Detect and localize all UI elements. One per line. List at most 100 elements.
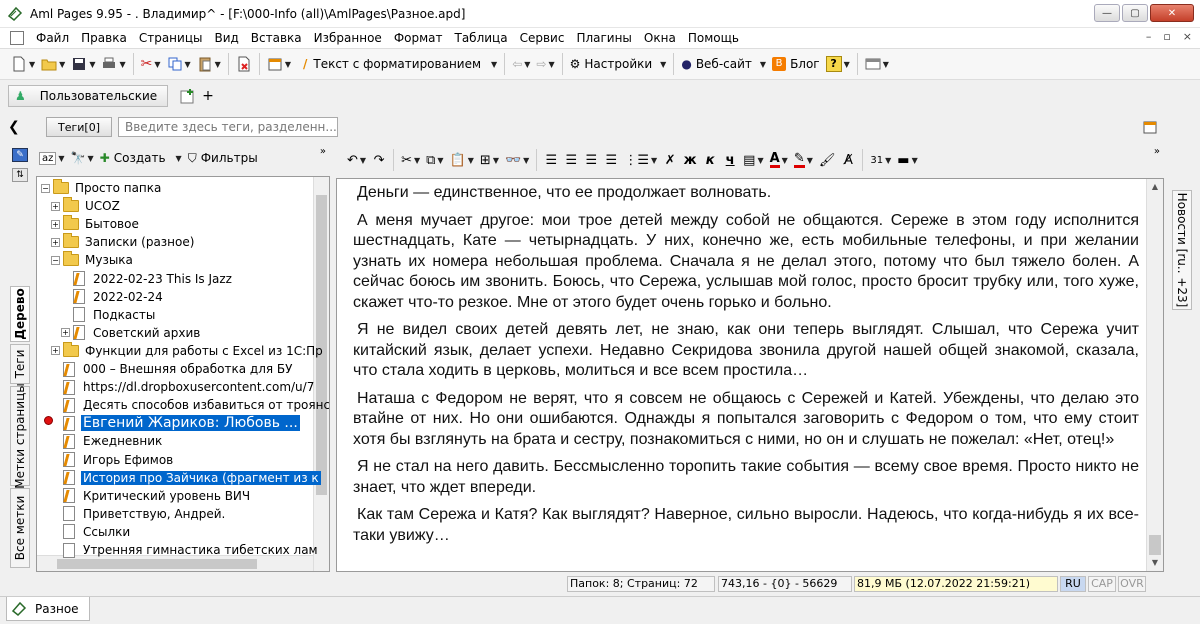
pin2-icon[interactable]: ⇅ xyxy=(12,168,28,182)
editor-content[interactable]: Деньги — единственное, что ее продолжает… xyxy=(353,183,1139,553)
clear-format-button[interactable]: A̸ xyxy=(838,148,858,172)
tags-calendar-icon[interactable] xyxy=(1142,119,1158,135)
highlight-button[interactable]: ✎ ▼ xyxy=(791,148,816,172)
overflow-icon[interactable]: » xyxy=(1154,146,1160,157)
mdi-minimize-button[interactable]: – xyxy=(1146,30,1152,43)
menu-view[interactable]: Вид xyxy=(208,28,244,48)
expander-icon[interactable]: + xyxy=(51,219,60,229)
menu-pages[interactable]: Страницы xyxy=(133,28,209,48)
tree-page-row[interactable]: Евгений Жариков: Любовь ... xyxy=(51,414,300,432)
insert-button[interactable]: ⊞ ▼ xyxy=(477,148,502,172)
tree-page-row[interactable]: Критический уровень ВИЧ xyxy=(51,487,252,505)
add-tab-icon[interactable] xyxy=(180,88,196,104)
align-left-button[interactable]: ☰ xyxy=(541,148,561,172)
menu-insert[interactable]: Вставка xyxy=(245,28,308,48)
tags-input[interactable]: Введите здесь теги, разделенн... xyxy=(118,117,338,137)
italic-button[interactable]: к xyxy=(700,148,720,172)
menu-edit[interactable]: Правка xyxy=(75,28,133,48)
menu-help[interactable]: Помощь xyxy=(682,28,745,48)
help-button[interactable]: ? ▼ xyxy=(823,52,853,76)
settings-button[interactable]: ⚙ Настройки ▼ xyxy=(567,52,670,76)
status-language[interactable]: RU xyxy=(1060,576,1086,592)
tree-page-row[interactable]: Подкасты xyxy=(61,306,157,324)
tree-vertical-scrollbar[interactable] xyxy=(313,177,329,571)
style-button[interactable]: ▤ ▼ xyxy=(740,148,766,172)
tree-page-row[interactable]: + Советский архив xyxy=(61,324,202,342)
tree-page-row[interactable]: https://dl.dropboxusercontent.com/u/7 xyxy=(51,378,316,396)
expander-icon[interactable]: + xyxy=(51,346,60,356)
expander-icon[interactable]: + xyxy=(51,201,60,211)
find-button[interactable]: 🔭 ▼ xyxy=(68,146,97,170)
hr-button[interactable]: ▬ ▼ xyxy=(894,148,920,172)
tree-page-row[interactable]: История про Зайчика (фрагмент из к xyxy=(51,469,321,487)
paste-button[interactable]: ▼ xyxy=(194,52,224,76)
scroll-down-icon[interactable]: ▼ xyxy=(1147,555,1163,571)
copy-button[interactable]: ▼ xyxy=(164,52,194,76)
align-right-button[interactable]: ☰ xyxy=(581,148,601,172)
tree-page-row[interactable]: 2022-02-24 xyxy=(61,288,165,306)
menu-format[interactable]: Формат xyxy=(388,28,449,48)
expander-icon[interactable]: − xyxy=(51,255,60,265)
editor-paragraph[interactable]: Деньги — единственное, что ее продолжает… xyxy=(353,183,1139,204)
custom-tab[interactable]: ♟ Пользовательские xyxy=(8,85,169,107)
editor-copy-button[interactable]: ⧉ ▼ xyxy=(423,148,446,172)
cut-button[interactable]: ✂ ▼ xyxy=(138,52,164,76)
redo-button[interactable]: ↷ xyxy=(369,148,389,172)
menu-file[interactable]: Файл xyxy=(30,28,75,48)
text-editor[interactable]: Деньги — единственное, что ее продолжает… xyxy=(336,178,1164,572)
tree-folder-row[interactable]: − Просто папка xyxy=(41,179,163,197)
justify-button[interactable]: ☰ xyxy=(601,148,621,172)
overflow-icon[interactable]: » xyxy=(320,146,326,157)
tab-tree[interactable]: Дерево xyxy=(10,286,30,342)
editor-paragraph[interactable]: Я не видел своих детей девять лет, не зн… xyxy=(353,320,1139,382)
list-button[interactable]: ⋮☰ ▼ xyxy=(621,148,660,172)
sort-button[interactable]: az ▼ xyxy=(36,146,68,170)
tree-page-row[interactable]: Ссылки xyxy=(51,523,132,541)
editor-paste-button[interactable]: 📋 ▼ xyxy=(447,148,477,172)
mdi-close-button[interactable]: × xyxy=(1183,30,1192,43)
expander-icon[interactable]: + xyxy=(61,328,70,338)
forward-button[interactable]: ⇨ ▼ xyxy=(533,52,557,76)
editor-paragraph[interactable]: Как там Сережа и Катя? Как выглядят? Нав… xyxy=(353,505,1139,546)
menu-table[interactable]: Таблица xyxy=(449,28,514,48)
delete-page-button[interactable] xyxy=(233,52,255,76)
editor-cut-button[interactable]: ✂ ▼ xyxy=(398,148,423,172)
tree-page-row[interactable]: Утренняя гимнастика тибетских лам xyxy=(51,541,320,559)
document-tab[interactable]: Разное xyxy=(6,597,90,621)
menu-favorites[interactable]: Избранное xyxy=(308,28,388,48)
tree-folder-row[interactable]: + Бытовое xyxy=(51,215,141,233)
tree-page-row[interactable]: Приветствую, Андрей. xyxy=(51,505,227,523)
document-icon[interactable] xyxy=(10,31,24,45)
menu-windows[interactable]: Окна xyxy=(638,28,682,48)
expander-icon[interactable]: + xyxy=(51,237,60,247)
add-tab-button[interactable]: + xyxy=(202,88,214,104)
strike-button[interactable]: ✗ xyxy=(660,148,680,172)
tags-button[interactable]: Теги[0] xyxy=(46,117,112,137)
editor-find-button[interactable]: 👓 ▼ xyxy=(502,148,532,172)
filters-button[interactable]: ⛉ Фильтры xyxy=(185,146,261,170)
page-tree[interactable]: − Просто папка + UCOZ + Бытовое + Записки (разн… xyxy=(36,176,330,572)
editor-paragraph[interactable]: Я не стал на него давить. Бессмысленно т… xyxy=(353,457,1139,498)
tree-folder-row[interactable]: − Музыка xyxy=(51,251,135,269)
font-color-button[interactable]: A ▼ xyxy=(767,148,791,172)
back-button[interactable]: ⇦ ▼ xyxy=(509,52,533,76)
undo-button[interactable]: ↶ ▼ xyxy=(344,148,369,172)
print-button[interactable]: ▼ xyxy=(98,52,128,76)
tree-page-row[interactable]: Десять способов избавиться от троянс xyxy=(51,396,329,414)
menu-service[interactable]: Сервис xyxy=(514,28,571,48)
format-painter-button[interactable]: 🖌 xyxy=(816,148,839,172)
menu-plugins[interactable]: Плагины xyxy=(570,28,637,48)
tab-page-marks[interactable]: Метки страницы xyxy=(10,383,30,489)
tab-tags[interactable]: Теги xyxy=(10,344,30,384)
create-button[interactable]: ✚ Создать ▼ xyxy=(97,146,185,170)
tree-page-row[interactable]: 2022-02-23 This Is Jazz xyxy=(61,270,234,288)
minimize-button[interactable]: — xyxy=(1094,4,1120,22)
website-button[interactable]: ● Веб-сайт ▼ xyxy=(678,52,769,76)
app-icon[interactable] xyxy=(6,5,24,23)
align-center-button[interactable]: ☰ xyxy=(561,148,581,172)
open-button[interactable]: ▼ xyxy=(38,52,68,76)
new-button[interactable]: ▼ xyxy=(8,52,38,76)
save-button[interactable]: ▼ xyxy=(68,52,98,76)
expander-icon[interactable]: − xyxy=(41,183,50,193)
tree-page-row[interactable]: Игорь Ефимов xyxy=(51,451,175,469)
